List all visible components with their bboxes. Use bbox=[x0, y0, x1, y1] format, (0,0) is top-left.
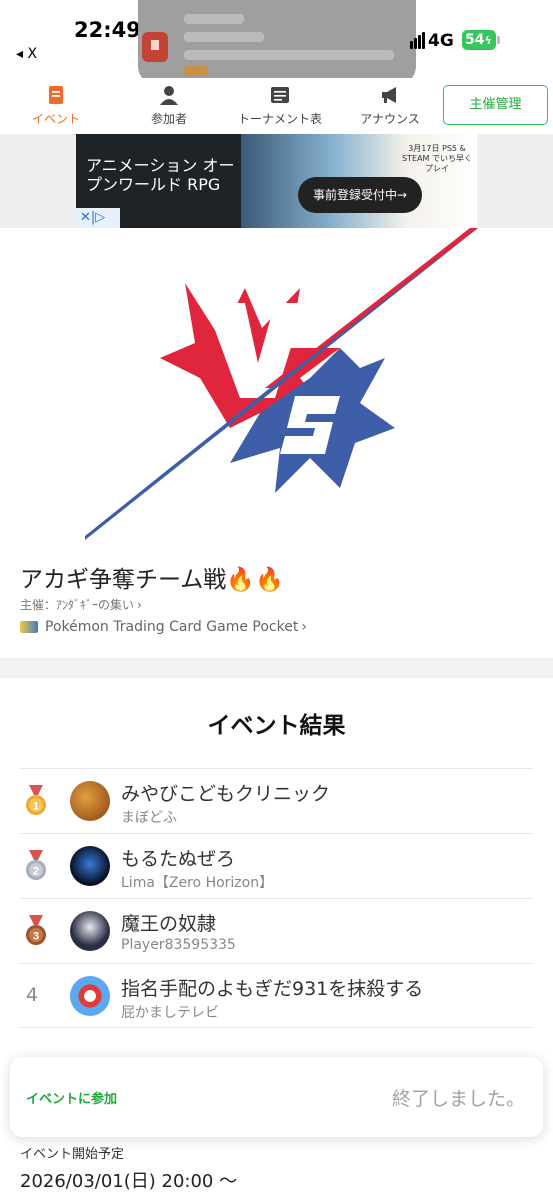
vs-logo bbox=[85, 228, 478, 540]
notification-line bbox=[184, 14, 244, 24]
tab-label: アナウンス bbox=[360, 112, 420, 126]
ad-platform-text: 3月17日 PS5 & STEAM でいち早くプレイ bbox=[402, 144, 472, 173]
svg-text:1: 1 bbox=[33, 801, 39, 813]
notification-line bbox=[184, 32, 264, 42]
tab-event[interactable]: イベント bbox=[26, 84, 86, 132]
back-to-app-link[interactable]: ◂ X bbox=[16, 46, 37, 62]
game-link[interactable]: Pokémon Trading Card Game Pocket › bbox=[20, 619, 307, 635]
result-row[interactable]: 1 みやびこどもクリニック まぼどふ bbox=[20, 768, 533, 833]
person-icon bbox=[160, 86, 178, 105]
event-tabs: イベント 参加者 トーナメント表 アナウンス 主催管理 bbox=[0, 78, 553, 134]
tab-bracket[interactable]: トーナメント表 bbox=[232, 84, 328, 132]
join-card: イベントに参加 終了しました。 bbox=[10, 1057, 543, 1137]
event-hero-image bbox=[0, 228, 553, 548]
signal-icon bbox=[410, 32, 426, 53]
pokemon-logo-icon bbox=[20, 621, 38, 633]
status-bar: 22:49 ◂ X 4G 54ϟ bbox=[0, 0, 553, 86]
player-name: まぼどふ bbox=[121, 810, 177, 826]
notification-banner[interactable] bbox=[138, 0, 416, 86]
gold-medal-icon: 1 bbox=[26, 785, 46, 815]
tab-label: トーナメント表 bbox=[237, 112, 322, 126]
player-name: Player83595335 bbox=[121, 937, 236, 953]
battery-level: 54 bbox=[465, 32, 485, 48]
rank-number: 4 bbox=[26, 984, 39, 1006]
tab-label: イベント bbox=[31, 112, 80, 126]
host-name: 主催：ｱﾝﾀﾞｷﾞｰの集い bbox=[20, 598, 135, 612]
notification-line bbox=[184, 50, 394, 60]
team-name: 指名手配のよもぎだ931を抹殺する bbox=[121, 978, 424, 1000]
battery-tip bbox=[497, 36, 500, 44]
result-row[interactable]: 4 指名手配のよもぎだ931を抹殺する 屁かましテレビ bbox=[20, 963, 533, 1028]
event-status: 終了しました。 bbox=[391, 1088, 525, 1110]
avatar bbox=[70, 976, 110, 1016]
charging-bolt-icon: ϟ bbox=[484, 34, 492, 47]
event-title: アカギ争奪チーム戦🔥🔥 bbox=[20, 567, 284, 593]
bracket-icon bbox=[271, 87, 289, 103]
ad-banner[interactable]: アニメーション オープンワールド RPG 3月17日 PS5 & STEAM で… bbox=[76, 134, 477, 228]
chevron-right-icon: › bbox=[137, 598, 142, 612]
megaphone-icon bbox=[382, 87, 396, 103]
app-notification-icon bbox=[142, 32, 168, 62]
status-time: 22:49 bbox=[74, 18, 141, 42]
team-name: もるたぬぜろ bbox=[121, 848, 236, 870]
event-icon bbox=[49, 86, 63, 104]
ad-cta-button[interactable]: 事前登録受付中→ bbox=[298, 177, 422, 213]
organizer-manage-button[interactable]: 主催管理 bbox=[443, 85, 548, 125]
tab-announce[interactable]: アナウンス bbox=[356, 84, 424, 132]
ad-choices-icon[interactable]: ✕|▷ bbox=[76, 208, 120, 228]
join-event-link[interactable]: イベントに参加 bbox=[26, 1088, 117, 1107]
game-name: Pokémon Trading Card Game Pocket bbox=[45, 619, 299, 635]
ad-text: アニメーション オープンワールド RPG bbox=[86, 156, 235, 194]
team-name: 魔王の奴隷 bbox=[121, 913, 217, 935]
results-title: イベント結果 bbox=[207, 713, 346, 739]
section-divider bbox=[0, 658, 553, 678]
avatar bbox=[70, 781, 110, 821]
chevron-right-icon: › bbox=[301, 619, 307, 635]
svg-text:2: 2 bbox=[33, 866, 39, 878]
notification-line bbox=[184, 66, 208, 76]
avatar bbox=[70, 846, 110, 886]
host-link[interactable]: 主催：ｱﾝﾀﾞｷﾞｰの集い › bbox=[20, 596, 142, 613]
svg-text:3: 3 bbox=[33, 931, 39, 943]
result-row[interactable]: 2 もるたぬぜろ Lima【Zero Horizon】 bbox=[20, 833, 533, 898]
result-row[interactable]: 3 魔王の奴隷 Player83595335 bbox=[20, 898, 533, 963]
avatar bbox=[70, 911, 110, 951]
player-name: Lima【Zero Horizon】 bbox=[121, 875, 274, 891]
start-label: イベント開始予定 bbox=[20, 1147, 125, 1162]
bronze-medal-icon: 3 bbox=[26, 915, 46, 945]
start-datetime: 2026/03/01(日) 20:00 〜 bbox=[20, 1171, 238, 1192]
tab-label: 参加者 bbox=[150, 112, 187, 126]
team-name: みやびこどもクリニック bbox=[121, 783, 331, 805]
ad-area: アニメーション オープンワールド RPG 3月17日 PS5 & STEAM で… bbox=[0, 134, 553, 228]
results-list: 1 みやびこどもクリニック まぼどふ 2 もるたぬぜろ Lima【Zero Ho… bbox=[20, 768, 533, 1028]
player-name: 屁かましテレビ bbox=[121, 1005, 219, 1021]
silver-medal-icon: 2 bbox=[26, 850, 46, 880]
battery-icon: 54ϟ bbox=[462, 30, 496, 50]
network-type: 4G bbox=[428, 31, 454, 51]
tab-participants[interactable]: 参加者 bbox=[139, 84, 199, 132]
